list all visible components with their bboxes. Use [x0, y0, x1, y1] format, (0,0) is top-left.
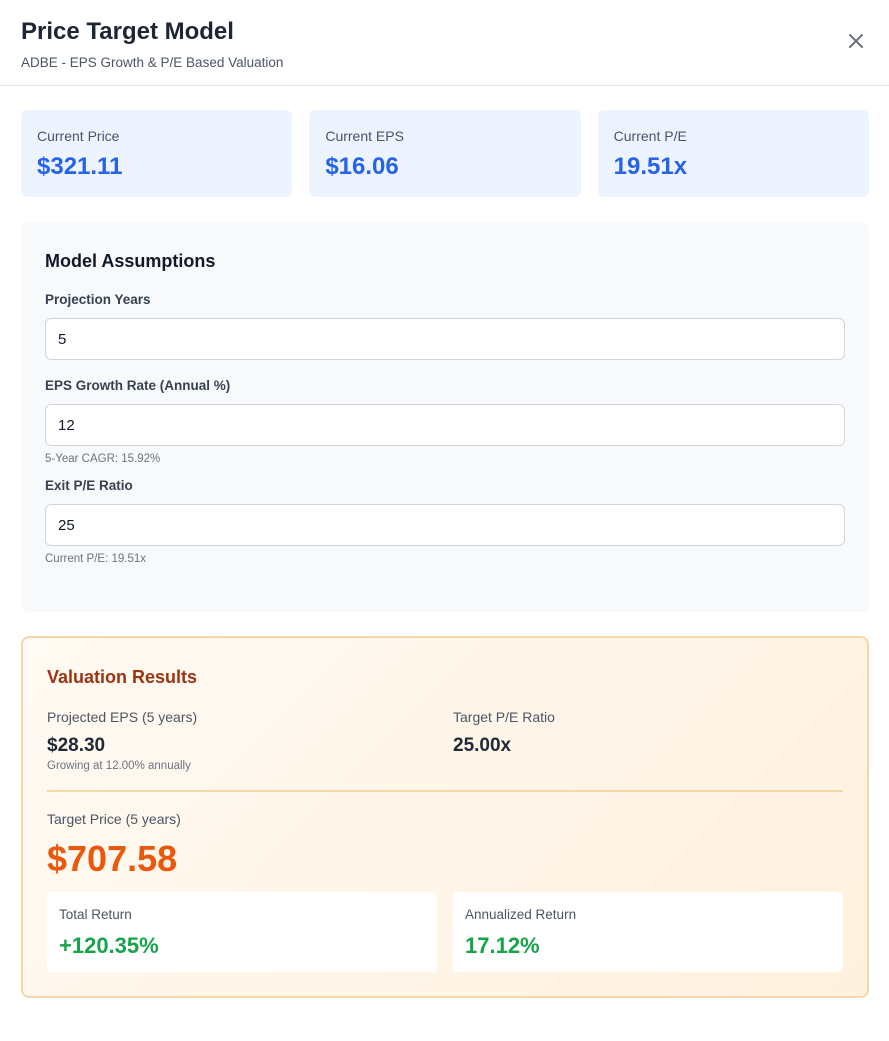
annualized-return-card: Annualized Return 17.12% — [453, 892, 843, 972]
valuation-results-panel: Valuation Results Projected EPS (5 years… — [21, 636, 869, 998]
projected-eps-value: $28.30 — [47, 735, 106, 756]
stat-value: $16.06 — [325, 153, 399, 180]
target-pe-block: Target P/E Ratio 25.00x — [453, 709, 555, 757]
close-button[interactable] — [846, 31, 866, 51]
results-title: Valuation Results — [47, 667, 198, 687]
stat-value: $321.11 — [37, 153, 123, 180]
stat-label: Current P/E — [613, 128, 687, 144]
exit-pe-label: Exit P/E Ratio — [45, 478, 133, 493]
eps-growth-label: EPS Growth Rate (Annual %) — [45, 378, 231, 393]
total-return-value: +120.35% — [59, 933, 159, 958]
stat-card-current-eps: Current EPS $16.06 — [309, 110, 581, 197]
exit-pe-input[interactable]: 25 — [45, 504, 845, 546]
stat-card-current-pe: Current P/E 19.51x — [597, 110, 869, 197]
eps-growth-hint: 5-Year CAGR: 15.92% — [45, 453, 161, 465]
projection-years-label: Projection Years — [45, 292, 151, 307]
projected-eps-label: Projected EPS (5 years) — [47, 709, 198, 725]
stat-card-current-price: Current Price $321.11 — [21, 110, 293, 197]
modal-subtitle: ADBE - EPS Growth & P/E Based Valuation — [21, 55, 284, 70]
projection-years-input[interactable]: 5 — [45, 318, 845, 360]
modal-header: Price Target Model ADBE - EPS Growth & P… — [0, 0, 889, 86]
eps-growth-input[interactable]: 12 — [45, 404, 845, 446]
close-icon — [849, 34, 863, 48]
assumptions-title: Model Assumptions — [45, 251, 216, 271]
stat-value: 19.51x — [613, 153, 688, 180]
target-pe-value: 25.00x — [453, 735, 512, 756]
target-price-label: Target Price (5 years) — [47, 811, 181, 827]
projected-eps-hint: Growing at 12.00% annually — [47, 760, 191, 772]
modal-title: Price Target Model — [21, 18, 234, 45]
projected-eps-block: Projected EPS (5 years) $28.30 Growing a… — [47, 709, 197, 773]
model-assumptions-panel: Model Assumptions Projection Years 5 EPS… — [21, 222, 869, 612]
stats-row: Current Price $321.11 Current EPS $16.06… — [21, 110, 869, 197]
target-pe-label: Target P/E Ratio — [453, 709, 555, 725]
target-price-value: $707.58 — [47, 838, 178, 879]
annualized-return-label: Annualized Return — [465, 907, 577, 922]
results-divider — [47, 790, 843, 792]
exit-pe-hint: Current P/E: 19.51x — [45, 553, 146, 565]
total-return-label: Total Return — [59, 907, 132, 922]
stat-label: Current EPS — [325, 128, 404, 144]
stat-label: Current Price — [37, 128, 120, 144]
annualized-return-value: 17.12% — [465, 933, 540, 958]
total-return-card: Total Return +120.35% — [47, 892, 437, 972]
